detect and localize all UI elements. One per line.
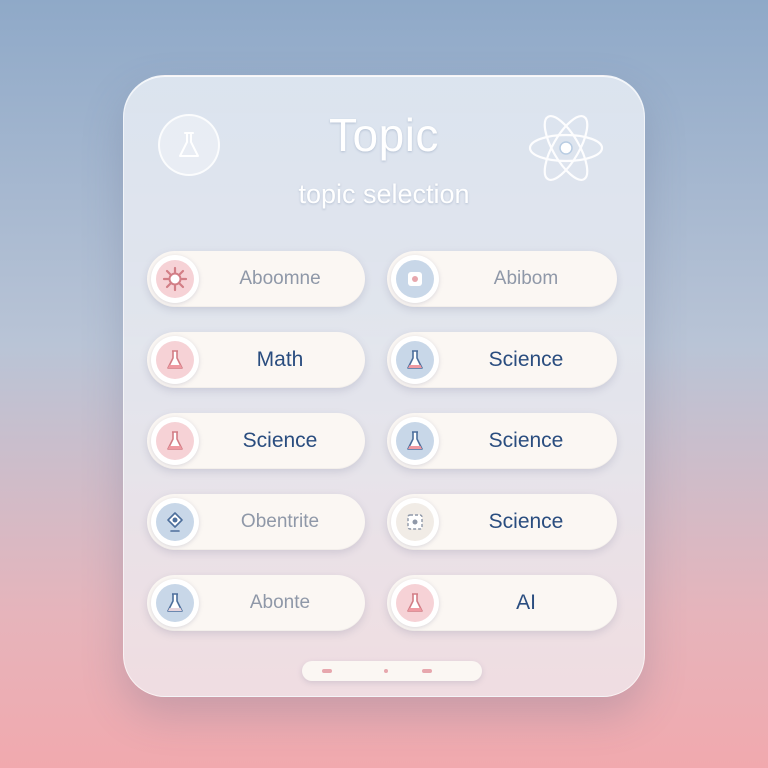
- flask-icon: [391, 579, 439, 627]
- flask-icon: [151, 336, 199, 384]
- topic-button[interactable]: Aboomne: [147, 251, 365, 307]
- topic-button[interactable]: Science: [387, 494, 617, 550]
- topic-button[interactable]: AI: [387, 575, 617, 631]
- topic-grid: Aboomne Abibom Math Science Science Scie…: [147, 251, 617, 631]
- puzzle-icon: [391, 498, 439, 546]
- flask-icon: [391, 336, 439, 384]
- topic-button[interactable]: Abibom: [387, 251, 617, 307]
- atom-icon: [524, 108, 608, 188]
- topic-label: Science: [488, 348, 564, 371]
- square-icon: [391, 255, 439, 303]
- topic-button[interactable]: Science: [147, 413, 365, 469]
- topic-button[interactable]: Obentrite: [147, 494, 365, 550]
- flask-icon: [151, 579, 199, 627]
- topic-label: Abibom: [493, 268, 559, 289]
- topic-label: Obentrite: [240, 511, 320, 532]
- topic-label: Science: [488, 429, 564, 452]
- topic-label: Science: [488, 510, 564, 533]
- page-indicator[interactable]: [322, 669, 332, 673]
- topic-label: Aboomne: [239, 268, 321, 289]
- topic-label: Math: [256, 348, 304, 371]
- pagination-bar[interactable]: [302, 661, 482, 681]
- topic-card: Topic topic selection Aboomne Abibom Mat…: [123, 75, 645, 697]
- bulb-icon: [151, 498, 199, 546]
- topic-label: Abonte: [249, 592, 311, 613]
- topic-label: AI: [516, 591, 536, 614]
- topic-button[interactable]: Science: [387, 413, 617, 469]
- topic-button[interactable]: Science: [387, 332, 617, 388]
- flask-icon: [151, 417, 199, 465]
- topic-button[interactable]: Math: [147, 332, 365, 388]
- page-indicator[interactable]: [422, 669, 432, 673]
- topic-button[interactable]: Abonte: [147, 575, 365, 631]
- topic-label: Science: [242, 429, 318, 452]
- flask-icon: [391, 417, 439, 465]
- gear-icon: [151, 255, 199, 303]
- page-indicator[interactable]: [384, 669, 388, 673]
